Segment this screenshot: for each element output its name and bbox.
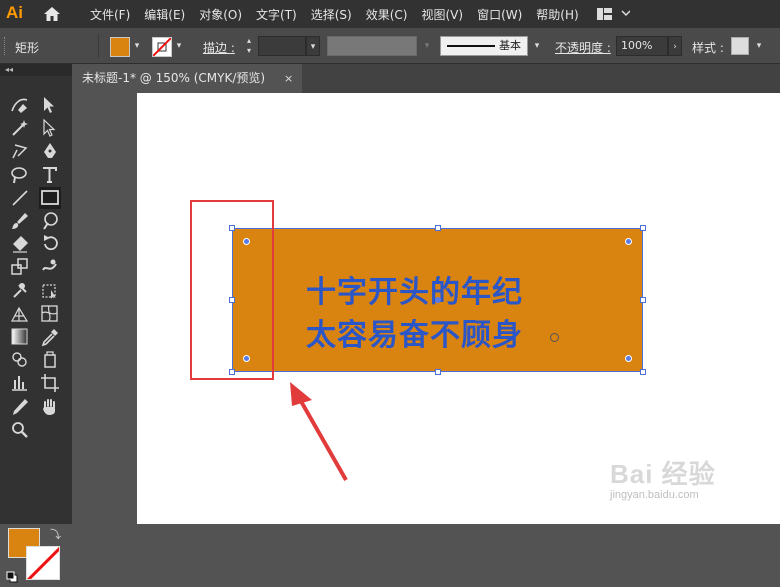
perspective-grid-tool-icon[interactable] [9,303,31,325]
free-transform-tool-icon[interactable] [39,280,61,302]
close-tab-icon[interactable]: × [284,64,293,93]
menu-select[interactable]: 选择(S) [311,6,352,23]
style-dropdown-icon[interactable]: ▾ [752,36,766,56]
annotation-arrow-icon [290,382,348,481]
menu-window[interactable]: 窗口(W) [477,6,522,23]
curvature-tool-icon[interactable] [9,164,31,186]
home-icon[interactable] [42,5,62,23]
divider [98,34,99,58]
menu-bar: Ai 文件(F) 编辑(E) 对象(O) 文字(T) 选择(S) 效果(C) 视… [0,0,780,28]
menu-type[interactable]: 文字(T) [256,6,297,23]
selection-tool-icon[interactable] [39,94,61,116]
rectangle-tool-icon[interactable] [39,186,61,209]
artboard-tool-icon[interactable] [39,372,61,394]
handle-top-middle[interactable] [435,225,441,231]
workspace-switcher-icon[interactable] [596,7,631,21]
hand-tool-icon[interactable] [39,396,61,418]
brush-style-label: 基本 [499,39,521,52]
paintbrush-tool-icon[interactable] [9,210,31,232]
variable-width-profile[interactable] [327,36,417,56]
pencil-curve-tool-icon[interactable] [9,94,31,116]
menu-view[interactable]: 视图(V) [421,6,463,23]
profile-dropdown-icon[interactable]: ▾ [420,36,434,56]
brush-dropdown-icon[interactable]: ▾ [530,36,544,56]
style-label: 样式 : [692,41,724,55]
warp-tool-icon[interactable] [39,256,61,278]
handle-middle-right[interactable] [640,297,646,303]
selection-bounding-box [232,228,643,372]
menu-file[interactable]: 文件(F) [90,6,130,23]
shape-builder-tool-icon[interactable] [9,349,31,371]
zoom-tool-icon[interactable] [9,419,31,441]
stroke-color-swatch[interactable] [26,546,60,580]
stroke-stepper-icon[interactable]: ▴ ▾ [242,36,256,56]
lasso-tool-icon[interactable] [9,140,31,162]
eyedropper-tool-icon[interactable] [39,326,61,348]
stroke-label[interactable]: 描边 : [203,39,235,56]
document-tab-title: 未标题-1* @ 150% (CMYK/预览) [82,71,266,85]
swap-colors-icon[interactable]: ⤵ [50,526,61,542]
magic-wand-tool-icon[interactable] [9,117,31,139]
slice-tool-icon[interactable] [9,396,31,418]
handle-bottom-right[interactable] [640,369,646,375]
toolbox-header[interactable]: ◂◂ [0,64,72,76]
grip-handle[interactable] [4,37,9,55]
document-tab-bar: 未标题-1* @ 150% (CMYK/预览) × [72,64,780,93]
stroke-weight-dropdown-icon[interactable]: ▾ [306,36,320,56]
rotate-tool-icon[interactable] [39,233,61,255]
opacity-expand-icon[interactable]: › [668,36,682,56]
shape-label: 矩形 [15,41,40,55]
handle-bottom-middle[interactable] [435,369,441,375]
opacity-field[interactable]: 100% [616,36,668,56]
direct-selection-tool-icon[interactable] [39,117,61,139]
graphic-style-swatch[interactable] [731,37,749,55]
mesh-tool-icon[interactable] [39,303,61,325]
menu-help[interactable]: 帮助(H) [536,6,578,23]
menu-effect[interactable]: 效果(C) [366,6,408,23]
default-colors-icon[interactable] [6,568,18,583]
blob-brush-tool-icon[interactable] [39,210,61,232]
opacity-label[interactable]: 不透明度 : [555,39,611,56]
scale-tool-icon[interactable] [9,256,31,278]
pen-tool-icon[interactable] [39,140,61,162]
menu-object[interactable]: 对象(O) [199,6,242,23]
fill-swatch[interactable] [110,37,130,57]
stroke-dropdown-icon[interactable]: ▾ [172,36,186,56]
eraser-tool-icon[interactable] [9,233,31,255]
gradient-tool-icon[interactable] [9,326,31,348]
watermark: Bai 经验 jingyan.baidu.com [610,454,716,501]
puppet-warp-tool-icon[interactable] [9,280,31,302]
toolbox: ◂◂ ⤵ [0,64,72,583]
graph-tool-icon[interactable] [9,372,31,394]
live-paint-bucket-tool-icon[interactable] [39,349,61,371]
menu-edit[interactable]: 编辑(E) [144,6,185,23]
stroke-swatch[interactable] [152,37,172,57]
collapse-icon[interactable]: ◂◂ [5,64,13,76]
stroke-weight-field[interactable] [258,36,306,56]
app-logo: Ai [6,3,23,22]
corner-widget-top-right[interactable] [625,238,632,245]
corner-widget-bottom-right[interactable] [625,355,632,362]
watermark-brand: Bai 经验 [610,459,716,489]
handle-top-right[interactable] [640,225,646,231]
brush-definition-field[interactable]: 基本 [440,36,528,56]
type-tool-icon[interactable] [39,164,61,186]
highlight-box [190,200,274,380]
line-tool-icon[interactable] [9,187,31,209]
fill-dropdown-icon[interactable]: ▾ [130,36,144,56]
document-tab[interactable]: 未标题-1* @ 150% (CMYK/预览) × [72,64,302,93]
control-bar: 矩形 ▾ ▾ 描边 : ▴ ▾ ▾ ▾ 基本 ▾ 不透明度 : 100% › 样式… [0,28,780,64]
